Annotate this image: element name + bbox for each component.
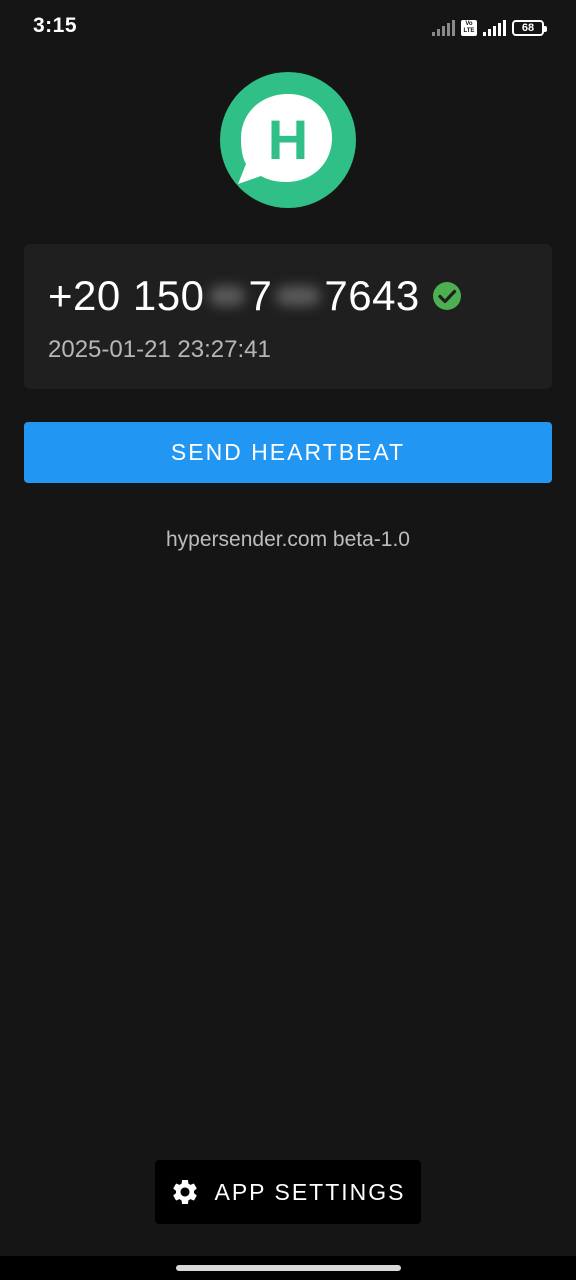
last-heartbeat-timestamp: 2025-01-21 23:27:41 <box>48 336 271 363</box>
status-bar: 3:15 Vo LTE 68 <box>0 0 576 56</box>
battery-level: 68 <box>521 22 535 34</box>
app-logo-icon: H <box>220 72 356 208</box>
app-settings-label: APP SETTINGS <box>214 1178 406 1205</box>
phone-number-suffix: 7643 <box>324 272 420 319</box>
volte-icon: Vo LTE <box>461 20 477 36</box>
signal-sim1-icon <box>432 20 455 36</box>
phone-row: +20 150 7 7643 <box>48 268 462 324</box>
status-icons: Vo LTE 68 <box>432 17 547 39</box>
phone-number-prefix: +20 150 <box>48 272 205 319</box>
logo-letter: H <box>268 108 308 171</box>
home-indicator[interactable] <box>176 1265 401 1271</box>
gear-icon <box>173 1180 198 1204</box>
version-text: hypersender.com beta-1.0 <box>166 528 410 551</box>
app-settings-button[interactable]: APP SETTINGS <box>155 1160 421 1224</box>
battery-icon: 68 <box>512 20 547 36</box>
status-time: 3:15 <box>33 14 78 37</box>
redacted-digits <box>276 286 321 306</box>
signal-sim2-icon <box>483 20 506 36</box>
check-circle-icon <box>432 282 461 310</box>
send-heartbeat-button[interactable]: SEND HEARTBEAT <box>24 422 552 483</box>
redacted-digits <box>208 286 245 306</box>
app-screen: 3:15 Vo LTE 68 H +20 150 7 7643 2025-01-… <box>0 0 576 1280</box>
phone-number-middle: 7 <box>248 272 273 319</box>
